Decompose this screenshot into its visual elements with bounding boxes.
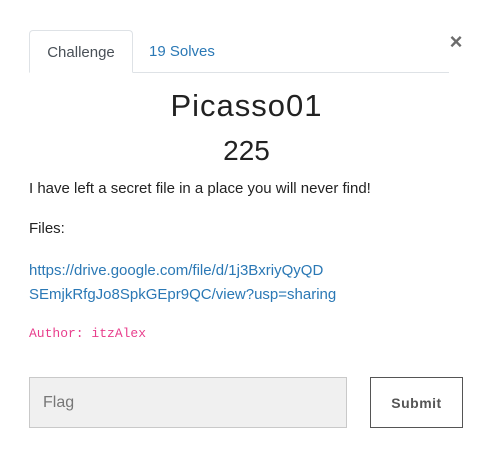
file-download-link[interactable]: https://drive.google.com/file/d/1j3Bxriy…: [29, 259, 369, 307]
tab-bar: Challenge 19 Solves: [29, 30, 449, 73]
submit-button[interactable]: Submit: [370, 377, 463, 428]
file-link-line-1[interactable]: https://drive.google.com/file/d/1j3Bxriy…: [29, 262, 323, 279]
challenge-points: 225: [223, 135, 270, 166]
close-icon[interactable]: ×: [447, 31, 465, 53]
challenge-author: Author: itzAlex: [29, 326, 147, 341]
challenge-description: I have left a secret file in a place you…: [29, 180, 371, 197]
flag-input[interactable]: [29, 377, 347, 428]
tab-solves[interactable]: 19 Solves: [149, 30, 215, 71]
tab-challenge[interactable]: Challenge: [29, 30, 133, 73]
challenge-title: Picasso01: [170, 88, 323, 123]
file-link-line-2[interactable]: SEmjkRfgJo8SpkGEpr9QC/view?usp=sharing: [29, 286, 336, 303]
files-label: Files:: [29, 220, 65, 237]
